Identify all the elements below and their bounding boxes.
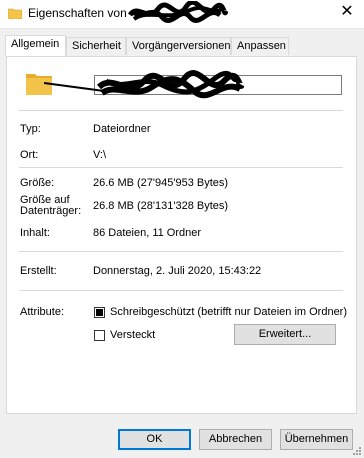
tab-vorgaengerversionen[interactable]: Vorgängerversionen bbox=[126, 37, 231, 55]
resize-grip-icon[interactable] bbox=[352, 446, 362, 456]
tab-sicherheit[interactable]: Sicherheit bbox=[66, 37, 126, 55]
hidden-checkbox[interactable] bbox=[94, 330, 105, 341]
title-bar: Eigenschaften von ✕ bbox=[0, 0, 364, 29]
general-tab-panel: Typ: Dateiordner Ort: V:\ Größe: 26.6 MB… bbox=[6, 56, 357, 414]
created-value: Donnerstag, 2. Juli 2020, 15:43:22 bbox=[93, 265, 262, 277]
location-label: Ort: bbox=[20, 149, 39, 161]
contents-value: 86 Dateien, 11 Ordner bbox=[93, 227, 202, 239]
divider bbox=[19, 167, 343, 168]
apply-button[interactable]: Übernehmen bbox=[280, 429, 353, 450]
readonly-checkbox[interactable] bbox=[94, 307, 105, 318]
advanced-button[interactable]: Erweitert... bbox=[234, 324, 336, 345]
window-title: Eigenschaften von bbox=[28, 6, 127, 20]
cancel-button[interactable]: Abbrechen bbox=[199, 429, 272, 450]
contents-label: Inhalt: bbox=[20, 227, 50, 239]
tab-allgemein[interactable]: Allgemein bbox=[5, 35, 66, 56]
readonly-label[interactable]: Schreibgeschützt (betrifft nur Dateien i… bbox=[110, 306, 347, 318]
created-label: Erstellt: bbox=[20, 265, 57, 277]
location-value: V:\ bbox=[93, 149, 107, 161]
type-value: Dateiordner bbox=[93, 123, 151, 135]
folder-icon bbox=[8, 8, 22, 19]
redaction-scribble bbox=[44, 70, 244, 99]
hidden-label[interactable]: Versteckt bbox=[110, 329, 155, 341]
size-label: Größe: bbox=[20, 177, 55, 189]
redaction-scribble bbox=[128, 1, 228, 23]
size-on-disk-value: 26.8 MB (28'131'328 Bytes) bbox=[93, 200, 229, 212]
type-label: Typ: bbox=[20, 123, 41, 135]
divider bbox=[19, 290, 343, 291]
divider bbox=[19, 251, 343, 252]
close-button[interactable]: ✕ bbox=[338, 3, 356, 21]
tab-anpassen[interactable]: Anpassen bbox=[231, 37, 289, 55]
divider bbox=[19, 110, 343, 111]
size-on-disk-label: Größe auf Datenträger: bbox=[20, 194, 82, 217]
size-value: 26.6 MB (27'945'953 Bytes) bbox=[93, 177, 229, 189]
ok-button[interactable]: OK bbox=[118, 429, 191, 450]
close-icon: ✕ bbox=[340, 3, 354, 20]
attributes-label: Attribute: bbox=[20, 306, 65, 318]
